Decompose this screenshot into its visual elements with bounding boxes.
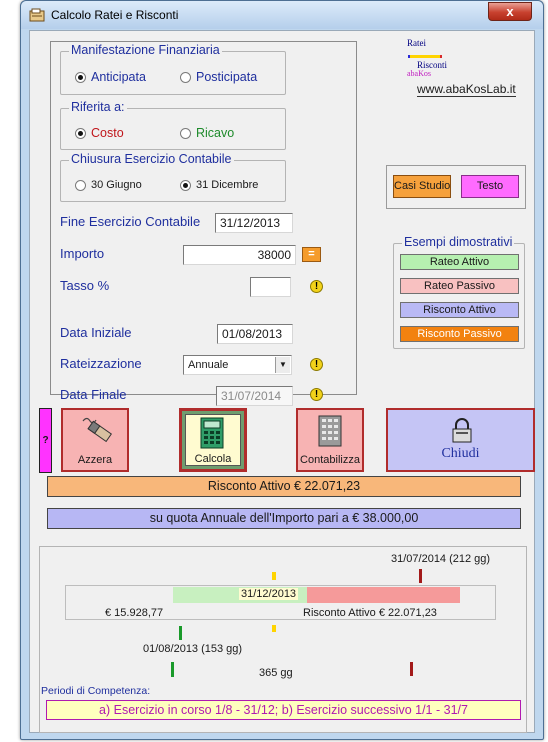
rateo-attivo-button[interactable]: Rateo Attivo bbox=[400, 254, 519, 270]
radio-costo-label: Costo bbox=[91, 126, 124, 140]
chiudi-label: Chiudi bbox=[441, 446, 480, 461]
esempi-legend: Esempi dimostrativi bbox=[402, 235, 515, 249]
data-finale-label: Data Finale bbox=[60, 387, 127, 402]
window-title: Calcolo Ratei e Risconti bbox=[51, 8, 179, 22]
tasso-label: Tasso % bbox=[60, 278, 110, 293]
second-period-amount: Risconto Attivo € 22.071,23 bbox=[303, 607, 437, 619]
app-icon bbox=[29, 8, 45, 22]
rateizzazione-label: Rateizzazione bbox=[60, 356, 142, 371]
rateo-passivo-button[interactable]: Rateo Passivo bbox=[400, 278, 519, 294]
contabilizza-label: Contabilizza bbox=[300, 454, 360, 466]
logo-box: Ratei Risconti abaKos www.abaKosLab.it bbox=[388, 36, 523, 104]
radio-dot bbox=[180, 179, 191, 191]
radio-dot bbox=[180, 71, 191, 83]
radio-dot bbox=[75, 127, 86, 139]
radio-31-dicembre-label: 31 Dicembre bbox=[196, 179, 259, 191]
second-period-bar bbox=[307, 587, 460, 603]
radio-31-dicembre[interactable]: 31 Dicembre bbox=[180, 179, 258, 191]
testo-button[interactable]: Testo bbox=[461, 175, 519, 198]
importo-label: Importo bbox=[60, 246, 105, 261]
radio-ricavo[interactable]: Ricavo bbox=[180, 126, 234, 140]
first-period-amount: € 15.928,77 bbox=[105, 607, 164, 619]
radio-anticipata-label: Anticipata bbox=[91, 70, 146, 84]
tasso-input[interactable] bbox=[250, 277, 291, 297]
manifestazione-group: Manifestazione Finanziaria Anticipata Po… bbox=[60, 43, 286, 95]
data-iniziale-input[interactable]: 01/08/2013 bbox=[217, 324, 293, 344]
rateizzazione-value: Annuale bbox=[188, 359, 229, 371]
timeline-end-label: 31/07/2014 (212 gg) bbox=[391, 553, 491, 565]
importo-input[interactable]: 38000 bbox=[183, 245, 296, 265]
manifestazione-legend: Manifestazione Finanziaria bbox=[69, 43, 222, 57]
azzera-button[interactable]: Azzera bbox=[61, 408, 129, 472]
logo-site-link[interactable]: www.abaKosLab.it bbox=[417, 82, 516, 97]
periodi-label: Periodi di Competenza: bbox=[41, 685, 151, 697]
riferita-legend: Riferita a: bbox=[69, 100, 127, 114]
closing-date-label: 31/12/2013 bbox=[239, 588, 299, 600]
calcola-button[interactable]: Calcola bbox=[179, 408, 247, 472]
contabilizza-button[interactable]: Contabilizza bbox=[296, 408, 364, 472]
client-area: Manifestazione Finanziaria Anticipata Po… bbox=[29, 30, 535, 733]
fine-esercizio-label: Fine Esercizio Contabile bbox=[60, 214, 201, 229]
help-button[interactable]: ? bbox=[39, 408, 52, 473]
radio-posticipata[interactable]: Posticipata bbox=[180, 70, 257, 84]
app-window: Calcolo Ratei e Risconti x Manifestazion… bbox=[20, 0, 544, 740]
radio-30-giugno-label: 30 Giugno bbox=[91, 179, 142, 191]
calcola-label: Calcola bbox=[194, 453, 232, 465]
radio-posticipata-label: Posticipata bbox=[196, 70, 258, 84]
title-bar: Calcolo Ratei e Risconti x bbox=[21, 1, 543, 29]
radio-costo[interactable]: Costo bbox=[75, 126, 124, 140]
fine-esercizio-field[interactable]: 31/12/2013 bbox=[215, 213, 293, 233]
calculator-icon bbox=[200, 417, 224, 449]
tasso-warning-icon[interactable]: ! bbox=[310, 280, 323, 293]
quota-result-bar: su quota Annuale dell'Importo pari a € 3… bbox=[47, 508, 521, 529]
chevron-down-icon[interactable]: ▼ bbox=[275, 357, 290, 373]
periodi-bar: a) Esercizio in corso 1/8 - 31/12; b) Es… bbox=[46, 700, 521, 720]
input-panel: Manifestazione Finanziaria Anticipata Po… bbox=[50, 41, 357, 406]
logo-ruler-icon bbox=[408, 55, 442, 58]
eraser-icon bbox=[82, 417, 113, 443]
start-marker-top bbox=[179, 626, 182, 640]
riferita-group: Riferita a: Costo Ricavo bbox=[60, 100, 286, 150]
logo-line-abakos: abaKos bbox=[407, 69, 431, 78]
end-marker-top bbox=[419, 569, 422, 583]
radio-dot bbox=[75, 179, 86, 191]
risconto-passivo-button[interactable]: Risconto Passivo bbox=[400, 326, 519, 342]
data-finale-warning-icon[interactable]: ! bbox=[310, 388, 323, 401]
radio-dot bbox=[180, 127, 191, 139]
end-marker-bottom bbox=[410, 662, 413, 676]
timeline-panel: 31/07/2014 (212 gg) 31/12/2013 € 15.928,… bbox=[39, 546, 527, 733]
radio-30-giugno[interactable]: 30 Giugno bbox=[75, 179, 142, 191]
chiusura-legend: Chiusura Esercizio Contabile bbox=[69, 152, 234, 166]
radio-anticipata[interactable]: Anticipata bbox=[75, 70, 146, 84]
radio-dot bbox=[75, 71, 86, 83]
data-finale-field: 31/07/2014 bbox=[216, 386, 293, 406]
risconto-result-bar: Risconto Attivo € 22.071,23 bbox=[47, 476, 521, 497]
extra-buttons-frame: Casi Studio Testo bbox=[386, 165, 526, 209]
timeline-start-label: 01/08/2013 (153 gg) bbox=[143, 643, 243, 655]
ledger-icon bbox=[318, 415, 342, 447]
closing-marker-bottom bbox=[272, 625, 276, 632]
rateizzazione-select[interactable]: Annuale ▼ bbox=[183, 355, 292, 375]
close-window-button[interactable]: x bbox=[488, 2, 532, 21]
lock-icon bbox=[452, 418, 472, 443]
chiusura-group: Chiusura Esercizio Contabile 30 Giugno 3… bbox=[60, 152, 286, 202]
azzera-label: Azzera bbox=[77, 454, 113, 466]
logo-line-ratei: Ratei bbox=[407, 38, 426, 48]
radio-ricavo-label: Ricavo bbox=[196, 126, 235, 140]
start-marker-bottom bbox=[171, 662, 174, 677]
equals-button[interactable]: = bbox=[302, 247, 321, 262]
data-iniziale-label: Data Iniziale bbox=[60, 325, 132, 340]
closing-marker-top bbox=[272, 572, 276, 580]
rateizzazione-warning-icon[interactable]: ! bbox=[310, 358, 323, 371]
risconto-attivo-button[interactable]: Risconto Attivo bbox=[400, 302, 519, 318]
chiudi-button[interactable]: Chiudi bbox=[386, 408, 535, 472]
casi-studio-button[interactable]: Casi Studio bbox=[393, 175, 451, 198]
total-days-label: 365 gg bbox=[259, 667, 293, 679]
esempi-group: Esempi dimostrativi Rateo Attivo Rateo P… bbox=[393, 235, 525, 349]
